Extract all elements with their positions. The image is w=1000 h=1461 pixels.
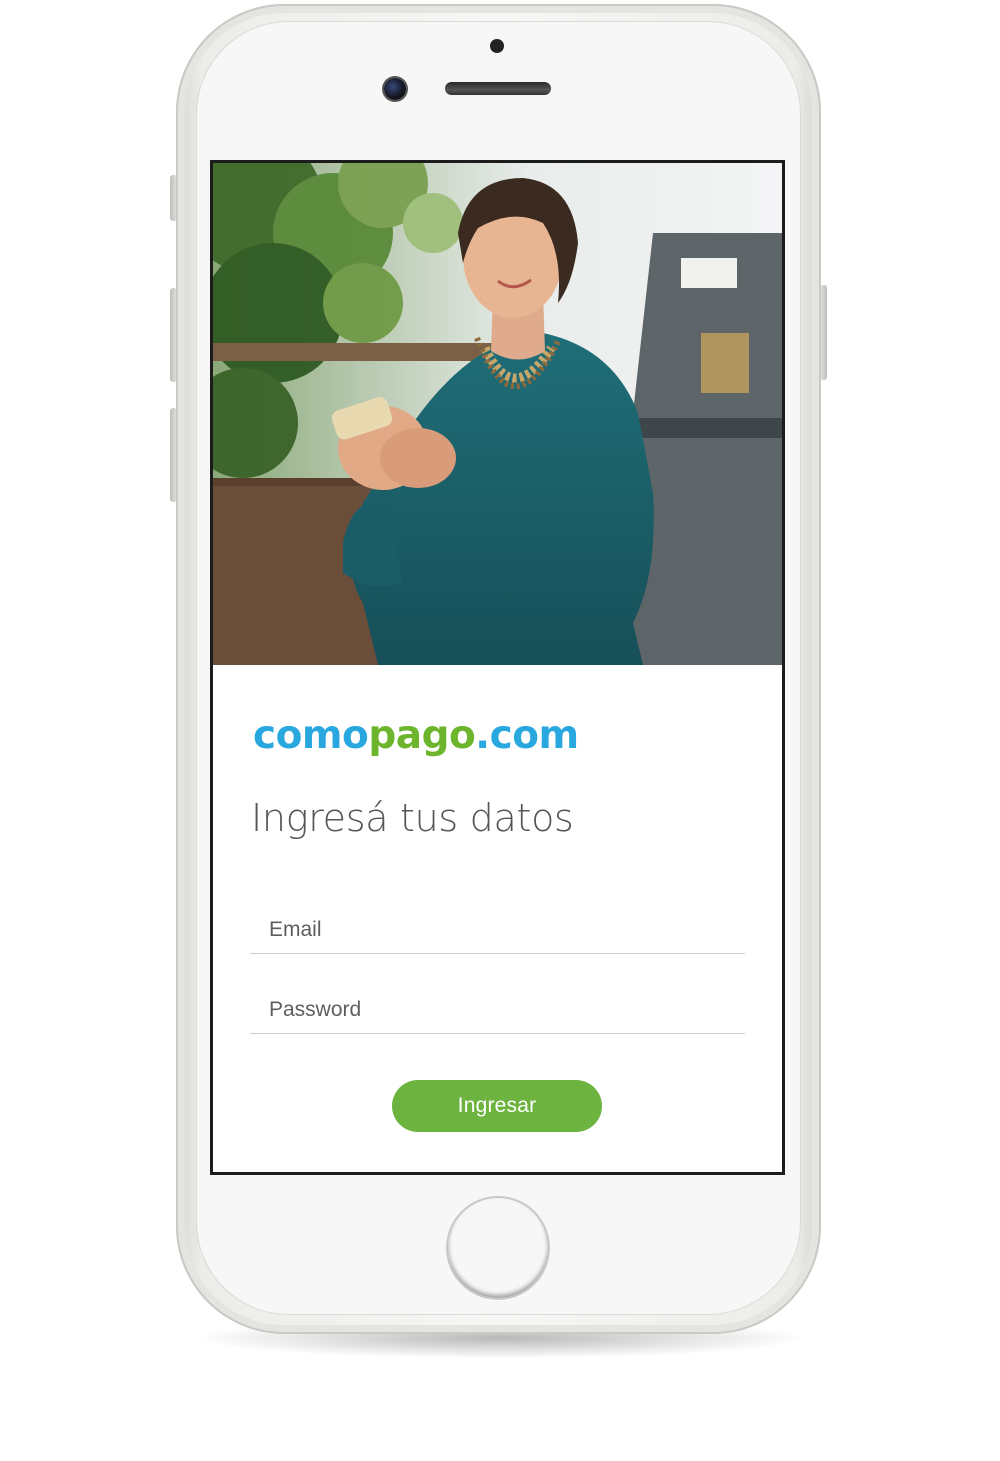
password-field[interactable] xyxy=(250,987,745,1033)
password-field-container xyxy=(250,987,745,1034)
logo-pago: pago xyxy=(368,713,476,758)
power-button xyxy=(820,285,827,380)
page-title: Ingresá tus datos xyxy=(251,796,574,840)
hero-image xyxy=(213,163,782,665)
logo-dot-com: .com xyxy=(475,713,579,758)
logo-como: como xyxy=(253,713,369,758)
brand-logo: comopago.com xyxy=(253,716,579,755)
speaker-icon xyxy=(445,82,551,95)
login-button[interactable]: Ingresar xyxy=(392,1080,602,1132)
phone-screen: comopago.com Ingresá tus datos Ingresar xyxy=(210,160,785,1175)
email-field-container xyxy=(250,907,745,954)
email-field[interactable] xyxy=(250,907,745,953)
front-camera-icon xyxy=(384,78,406,100)
hero-photo-illustration xyxy=(213,163,782,665)
home-button[interactable] xyxy=(446,1196,550,1300)
proximity-sensor-icon xyxy=(490,39,504,53)
